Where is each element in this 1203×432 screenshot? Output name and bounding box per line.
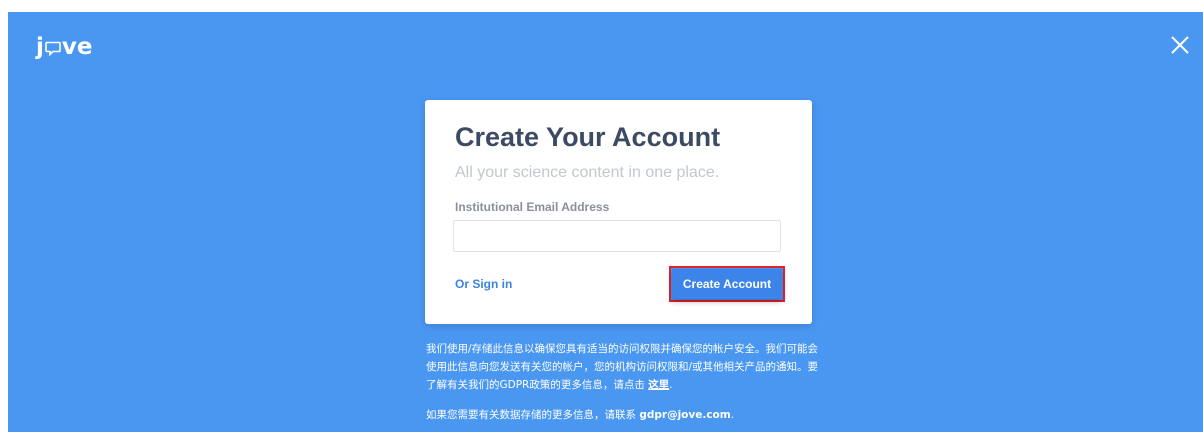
contact-end: . [730,409,735,421]
create-account-card: Create Your Account All your science con… [425,100,812,324]
contact-text: 如果您需要有关数据存储的更多信息，请联系 [426,409,640,421]
card-title: Create Your Account [455,122,721,152]
privacy-notice-text: 我们使用/存储此信息以确保您具有适当的访问权限并确保您的帐户安全。我们可能会使用… [426,343,819,391]
privacy-notice-paragraph: 我们使用/存储此信息以确保您具有适当的访问权限并确保您的帐户安全。我们可能会使用… [426,340,826,394]
sign-in-link[interactable]: Or Sign in [455,277,512,291]
email-field[interactable] [453,220,781,252]
close-icon [1171,36,1189,54]
create-account-button-label: Create Account [672,269,782,299]
privacy-notice: 我们使用/存储此信息以确保您具有适当的访问权限并确保您的帐户安全。我们可能会使用… [426,340,826,424]
card-subtitle: All your science content in one place. [455,164,720,181]
create-account-button[interactable]: Create Account [669,266,785,302]
email-label: Institutional Email Address [455,200,610,214]
logo-text-j: j [36,34,44,60]
logo-text-ve: ve [61,34,93,60]
policy-here-link[interactable]: 这里 [648,379,669,391]
gdpr-email-link[interactable]: gdpr@jove.com [639,409,730,421]
modal-overlay: j ve Create Your Account All your scienc… [8,12,1203,432]
jove-logo[interactable]: j ve [36,34,92,60]
speech-bubble-icon [45,41,61,56]
privacy-notice-end: . [669,379,673,391]
close-button[interactable] [1165,30,1195,60]
contact-paragraph: 如果您需要有关数据存储的更多信息，请联系 gdpr@jove.com. [426,406,826,424]
